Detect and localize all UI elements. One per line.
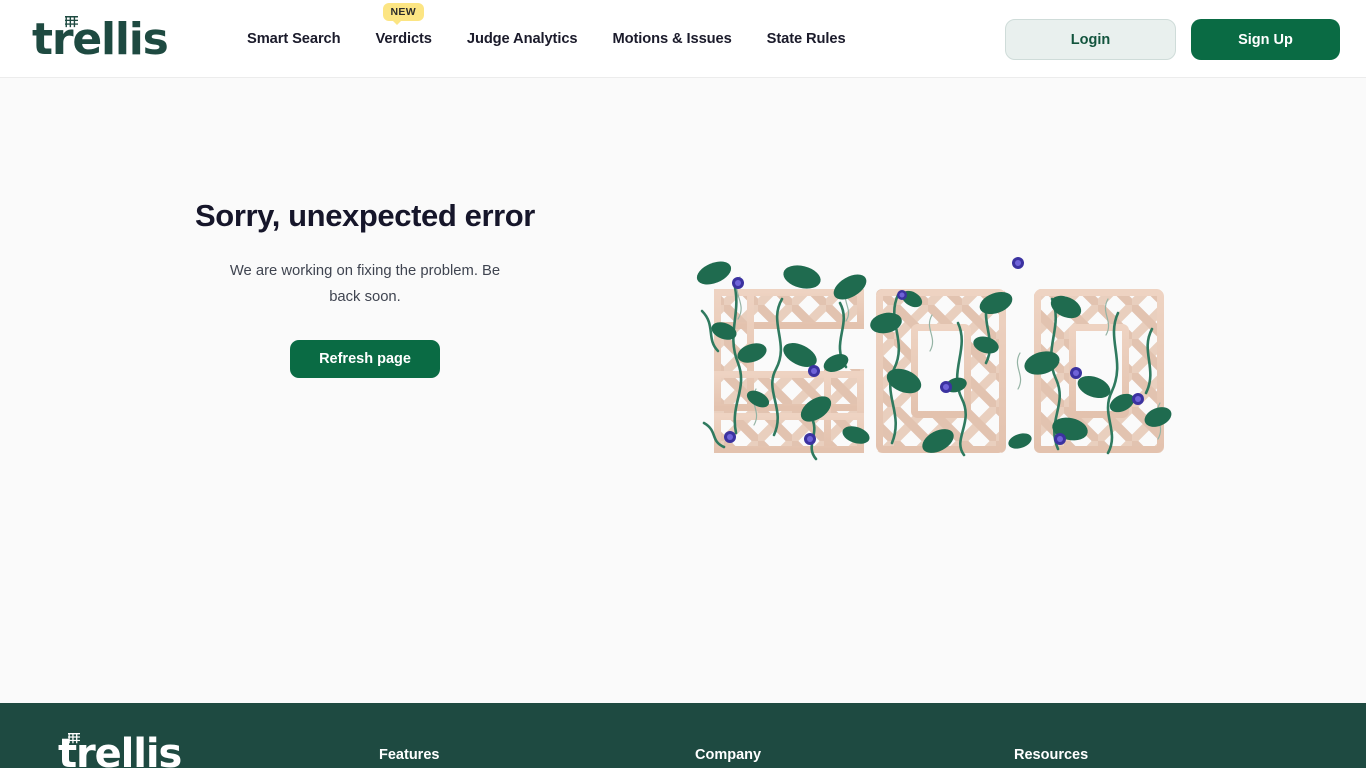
footer-column-title: Resources: [1014, 747, 1089, 763]
header-logo[interactable]: trellis: [32, 14, 169, 66]
trellis-lattice-icon: [68, 733, 80, 744]
nav-label: State Rules: [766, 31, 846, 47]
error-500-illustration: [690, 203, 1190, 478]
footer-logo[interactable]: trellis: [58, 731, 182, 768]
error-subtitle: We are working on fixing the problem. Be…: [229, 263, 501, 305]
site-footer: trellis Features Company Resources: [0, 703, 1366, 768]
primary-nav: Smart Search NEW Verdicts Judge Analytic…: [247, 0, 846, 78]
header-logo-text: trellis: [32, 14, 169, 65]
nav-item-smart-search[interactable]: Smart Search: [247, 31, 341, 47]
footer-column-title: Company: [695, 747, 762, 763]
nav-item-verdicts[interactable]: NEW Verdicts: [375, 3, 432, 47]
header-actions: Login Sign Up: [1005, 19, 1340, 60]
nav-label: Motions & Issues: [612, 31, 732, 47]
nav-label: Judge Analytics: [466, 31, 578, 47]
nav-label: Smart Search: [247, 31, 341, 47]
error-title: Sorry, unexpected error: [195, 198, 535, 233]
footer-column-resources: Resources: [1014, 747, 1088, 763]
nav-item-motions-issues[interactable]: Motions & Issues: [612, 31, 731, 47]
signup-button[interactable]: Sign Up: [1191, 19, 1340, 60]
nav-item-state-rules[interactable]: State Rules: [767, 31, 846, 47]
footer-column-title: Features: [379, 747, 440, 763]
nav-label: Verdicts: [375, 31, 432, 47]
site-header: trellis Smart Search NEW Verdicts Judge …: [0, 0, 1366, 78]
footer-column-features: Features: [379, 747, 439, 763]
main-content: Sorry, unexpected error We are working o…: [0, 78, 1366, 703]
login-button[interactable]: Login: [1005, 19, 1176, 60]
error-message-block: Sorry, unexpected error We are working o…: [125, 196, 605, 378]
new-badge: NEW: [382, 3, 424, 25]
footer-column-company: Company: [695, 747, 761, 763]
refresh-page-button[interactable]: Refresh page: [290, 340, 440, 378]
trellis-lattice-icon: [65, 16, 78, 28]
nav-item-judge-analytics[interactable]: Judge Analytics: [467, 31, 578, 47]
